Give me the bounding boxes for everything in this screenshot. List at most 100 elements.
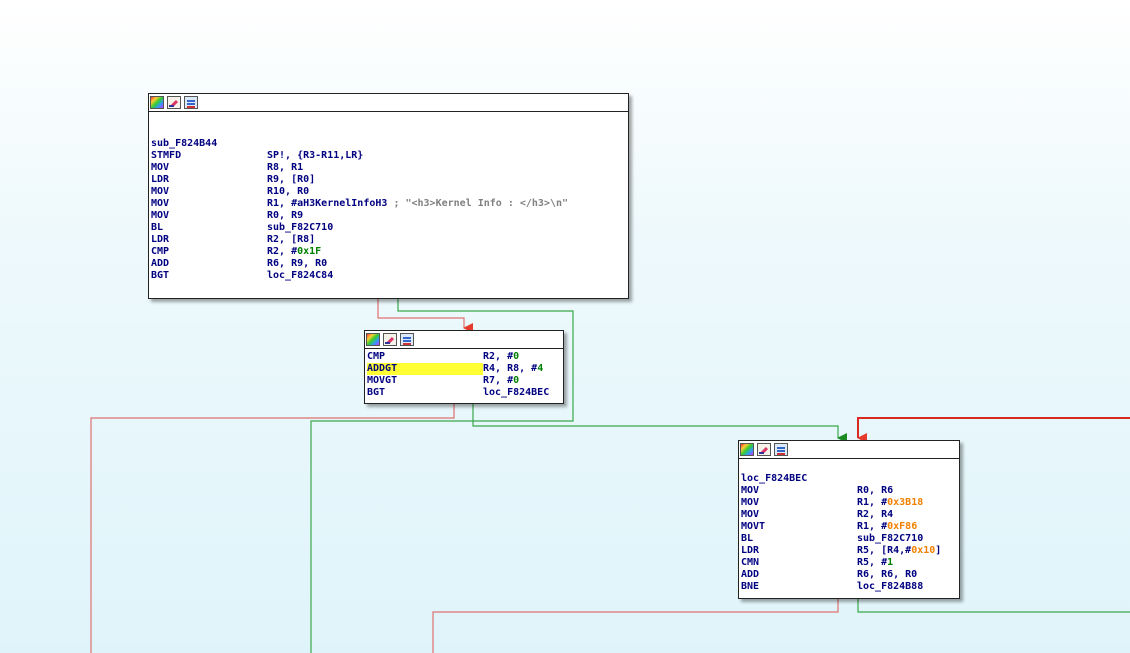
asm-line[interactable]: MOV R10, R0 — [151, 186, 626, 198]
operands[interactable]: R2, [R8] — [267, 234, 315, 246]
graph-icon[interactable] — [150, 96, 164, 109]
operand-part[interactable]: 0xF86 — [887, 521, 917, 532]
mnemonic[interactable]: MOV — [151, 162, 267, 174]
operand-part[interactable]: SP!, {R3-R11,LR} — [267, 150, 363, 161]
operand-part[interactable]: R5, [R4,# — [857, 545, 911, 556]
operand-part[interactable]: 0 — [513, 375, 519, 386]
code-block-loc-f824bec[interactable]: loc_F824BEC MOV R0, R6 MOV R1, #0x3B18 MOV R2… — [738, 440, 960, 599]
operands[interactable]: R9, [R0] — [267, 174, 315, 186]
mnemonic[interactable]: LDR — [151, 234, 267, 246]
asm-line[interactable]: CMP R2, #0x1F — [151, 246, 626, 258]
mnemonic[interactable]: ADD — [741, 569, 857, 581]
asm-line[interactable]: BL sub_F82C710 — [741, 533, 957, 545]
operand-part[interactable]: 0x1F — [297, 246, 321, 257]
mnemonic[interactable]: BNE — [741, 581, 857, 593]
edit-icon[interactable] — [383, 333, 397, 346]
block-label[interactable]: loc_F824BEC — [741, 473, 807, 485]
asm-line[interactable]: BGT loc_F824BEC — [367, 387, 561, 399]
operand-part[interactable]: R9, [R0] — [267, 174, 315, 185]
xref-icon[interactable] — [774, 443, 788, 456]
asm-line[interactable]: MOVGT R7, #0 — [367, 375, 561, 387]
operand-part[interactable]: loc_F824C84 — [267, 270, 333, 281]
operands[interactable]: R8, R1 — [267, 162, 303, 174]
operand-part[interactable]: R6, R6, R0 — [857, 569, 917, 580]
mnemonic[interactable]: MOVGT — [367, 375, 483, 387]
edge-b2-to-b3[interactable] — [472, 421, 847, 443]
asm-line[interactable]: CMP R2, #0 — [367, 351, 561, 363]
code-block-sub-f824b44[interactable]: sub_F824B44 STMFD SP!, {R3-R11,LR} MOV R8, … — [148, 93, 629, 299]
operands[interactable]: R6, R9, R0 — [267, 258, 327, 270]
mnemonic[interactable]: MOV — [741, 485, 857, 497]
asm-line[interactable]: ADDGT R4, R8, #4 — [367, 363, 561, 375]
operand-part[interactable]: R10, R0 — [267, 186, 309, 197]
mnemonic[interactable]: CMP — [151, 246, 267, 258]
operands[interactable]: R2, #0 — [483, 351, 519, 363]
operand-part[interactable]: R1, # — [857, 497, 887, 508]
asm-line[interactable]: LDR R2, [R8] — [151, 234, 626, 246]
operands[interactable]: loc_F824BEC — [483, 387, 549, 399]
asm-line[interactable]: MOVT R1, #0xF86 — [741, 521, 957, 533]
edit-icon[interactable] — [757, 443, 771, 456]
mnemonic[interactable]: MOVT — [741, 521, 857, 533]
graph-icon[interactable] — [740, 443, 754, 456]
operand-part[interactable]: R4, R8, # — [483, 363, 537, 374]
xref-icon[interactable] — [400, 333, 414, 346]
mnemonic[interactable]: CMP — [367, 351, 483, 363]
mnemonic[interactable]: CMN — [741, 557, 857, 569]
operand-part[interactable]: 1 — [887, 557, 893, 568]
operands[interactable]: R1, #aH3KernelInfoH3 ; "<h3>Kernel Info … — [267, 198, 568, 210]
asm-line[interactable]: BGT loc_F824C84 — [151, 270, 626, 282]
operands[interactable]: R7, #0 — [483, 375, 519, 387]
edge-green-left[interactable] — [310, 420, 473, 653]
edge-b1-to-b2[interactable] — [377, 298, 473, 333]
mnemonic[interactable]: STMFD — [151, 150, 267, 162]
comment[interactable]: ; "<h3>Kernel Info : </h3>\n" — [393, 198, 568, 209]
edit-icon[interactable] — [167, 96, 181, 109]
operands[interactable]: R2, R4 — [857, 509, 893, 521]
operands[interactable]: sub_F82C710 — [857, 533, 923, 545]
operand-part[interactable]: R5, # — [857, 557, 887, 568]
operand-part[interactable]: R0, R9 — [267, 210, 303, 221]
edge-b2-false[interactable] — [90, 403, 455, 653]
code-block-bgt-check[interactable]: CMP R2, #0 ADDGT R4, R8, #4 MOVGT R7, #0 BGT lo… — [364, 330, 564, 404]
operands[interactable]: R1, #0xF86 — [857, 521, 917, 533]
operand-part[interactable]: sub_F82C710 — [267, 222, 333, 233]
asm-line[interactable]: LDR R5, [R4,#0x10] — [741, 545, 957, 557]
operands[interactable]: loc_F824B88 — [857, 581, 923, 593]
edge-b3-true[interactable] — [857, 598, 1130, 613]
mnemonic[interactable]: MOV — [151, 186, 267, 198]
operand-part[interactable]: R2, R4 — [857, 509, 893, 520]
operand-part[interactable]: sub_F82C710 — [857, 533, 923, 544]
operands[interactable]: R5, #1 — [857, 557, 893, 569]
operand-part[interactable]: 4 — [537, 363, 543, 374]
operands[interactable]: loc_F824C84 — [267, 270, 333, 282]
mnemonic[interactable]: LDR — [151, 174, 267, 186]
operand-part[interactable]: 0 — [513, 351, 519, 362]
operands[interactable]: R0, R9 — [267, 210, 303, 222]
asm-line[interactable]: CMN R5, #1 — [741, 557, 957, 569]
operand-part[interactable]: R8, R1 — [267, 162, 303, 173]
mnemonic[interactable]: BL — [151, 222, 267, 234]
operand-part[interactable]: loc_F824BEC — [483, 387, 549, 398]
operand-part[interactable]: R2, # — [483, 351, 513, 362]
mnemonic[interactable]: BGT — [151, 270, 267, 282]
block-label[interactable]: sub_F824B44 — [151, 138, 217, 150]
mnemonic[interactable]: ADD — [151, 258, 267, 270]
mnemonic[interactable]: MOV — [151, 210, 267, 222]
operands[interactable]: R0, R6 — [857, 485, 893, 497]
edge-loop-into-b3[interactable] — [857, 417, 1130, 443]
operand-part[interactable]: R2, # — [267, 246, 297, 257]
xref-icon[interactable] — [184, 96, 198, 109]
asm-line[interactable]: MOV R0, R6 — [741, 485, 957, 497]
asm-line[interactable]: MOV R1, #aH3KernelInfoH3 ; "<h3>Kernel In… — [151, 198, 626, 210]
operand-part[interactable]: ] — [935, 545, 941, 556]
operand-part[interactable]: R6, R9, R0 — [267, 258, 327, 269]
operand-part[interactable]: R1, # — [857, 521, 887, 532]
operands[interactable]: sub_F82C710 — [267, 222, 333, 234]
asm-line[interactable]: MOV R2, R4 — [741, 509, 957, 521]
operand-part[interactable]: 0x3B18 — [887, 497, 923, 508]
operand-part[interactable]: loc_F824B88 — [857, 581, 923, 592]
asm-line[interactable]: STMFD SP!, {R3-R11,LR} — [151, 150, 626, 162]
operands[interactable]: R6, R6, R0 — [857, 569, 917, 581]
operands[interactable]: R1, #0x3B18 — [857, 497, 923, 509]
